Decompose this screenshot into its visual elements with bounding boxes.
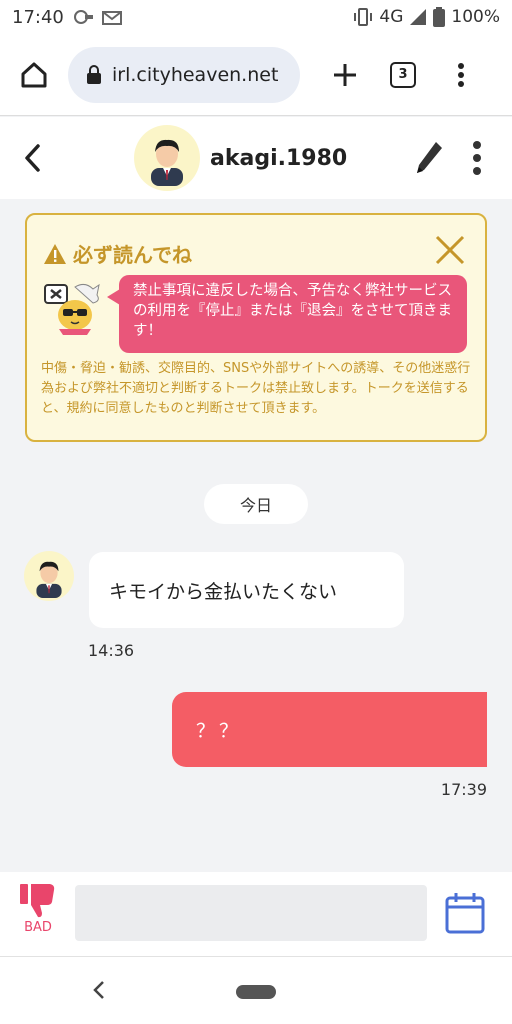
nav-back-button[interactable]: [86, 977, 112, 1003]
network-type: 4G: [379, 7, 404, 27]
message-text: キモイから金払いたくない: [109, 580, 338, 603]
outgoing-message-bubble[interactable]: ？？: [172, 692, 487, 767]
message-timestamp: 17:39: [440, 780, 487, 799]
back-chevron-icon: [25, 144, 40, 172]
notice-body: 中傷・脅迫・勧誘、交際目的、SNSや外部サイトへの誘導、その他迷惑行為および弊社…: [41, 361, 471, 416]
bad-label: BAD: [24, 920, 52, 935]
incoming-message-bubble[interactable]: キモイから金払いたくない: [89, 552, 404, 628]
system-nav-bar: [0, 956, 512, 1024]
date-separator: 今日: [204, 484, 308, 524]
avatar: [134, 125, 200, 191]
tab-switcher-button[interactable]: 3: [374, 34, 432, 116]
notice-title: 必ず読んでね: [43, 239, 192, 268]
browser-toolbar: irl.cityheaven.net 3: [0, 34, 512, 116]
calendar-button[interactable]: [442, 890, 488, 936]
calendar-icon: [445, 893, 485, 934]
battery-percent: 100%: [451, 7, 500, 27]
url-text: irl.cityheaven.net: [112, 63, 279, 86]
mascot-icon: [44, 283, 100, 335]
avatar-icon: [151, 139, 183, 186]
notice-warning-bubble: 禁止事項に違反した場合、予告なく弊社サービスの利用を『停止』または『退会』をさせ…: [107, 275, 467, 353]
tab-count: 3: [398, 67, 408, 82]
close-icon: [435, 235, 465, 265]
mail-icon: [101, 11, 122, 25]
warning-notice: 必ず読んでね 禁止事項に違反した場合、予告なく弊社サービスの利用を『停止』または…: [25, 213, 487, 442]
browser-menu-button[interactable]: [432, 34, 490, 116]
pen-icon: [417, 142, 442, 173]
edit-button[interactable]: [404, 133, 454, 183]
bad-button[interactable]: BAD: [18, 884, 58, 946]
nav-back-icon: [93, 981, 104, 999]
chat-header: akagi.1980: [0, 117, 512, 199]
notice-close-button[interactable]: [433, 233, 467, 267]
new-tab-button[interactable]: [316, 34, 374, 116]
warning-icon: [44, 243, 66, 264]
message-input[interactable]: [75, 885, 427, 941]
avatar-icon: [36, 561, 62, 598]
chat-menu-button[interactable]: [456, 133, 498, 183]
vibrate-icon: [354, 8, 373, 26]
more-vertical-icon: [458, 62, 464, 87]
status-bar: 17:40 4G 100%: [0, 0, 512, 34]
tabs-icon: 3: [390, 61, 416, 88]
plus-icon: [334, 63, 356, 86]
url-bar[interactable]: irl.cityheaven.net: [68, 46, 300, 103]
status-time: 17:40: [12, 6, 64, 28]
cast-icon: [73, 10, 93, 24]
nav-home-pill[interactable]: [236, 985, 276, 999]
message-text: ？？: [196, 720, 243, 742]
signal-icon: [410, 9, 427, 25]
battery-icon: [433, 7, 446, 27]
chat-partner[interactable]: akagi.1980: [134, 125, 347, 191]
chat-partner-name: akagi.1980: [210, 145, 348, 171]
home-button[interactable]: [0, 34, 68, 116]
message-timestamp: 14:36: [88, 641, 135, 660]
lock-icon: [87, 64, 101, 84]
message-composer: BAD: [0, 872, 512, 956]
more-vertical-icon: [473, 141, 481, 175]
home-icon: [21, 62, 47, 87]
back-button[interactable]: [0, 117, 64, 199]
avatar[interactable]: [24, 551, 74, 601]
thumbs-down-icon: [20, 884, 55, 918]
